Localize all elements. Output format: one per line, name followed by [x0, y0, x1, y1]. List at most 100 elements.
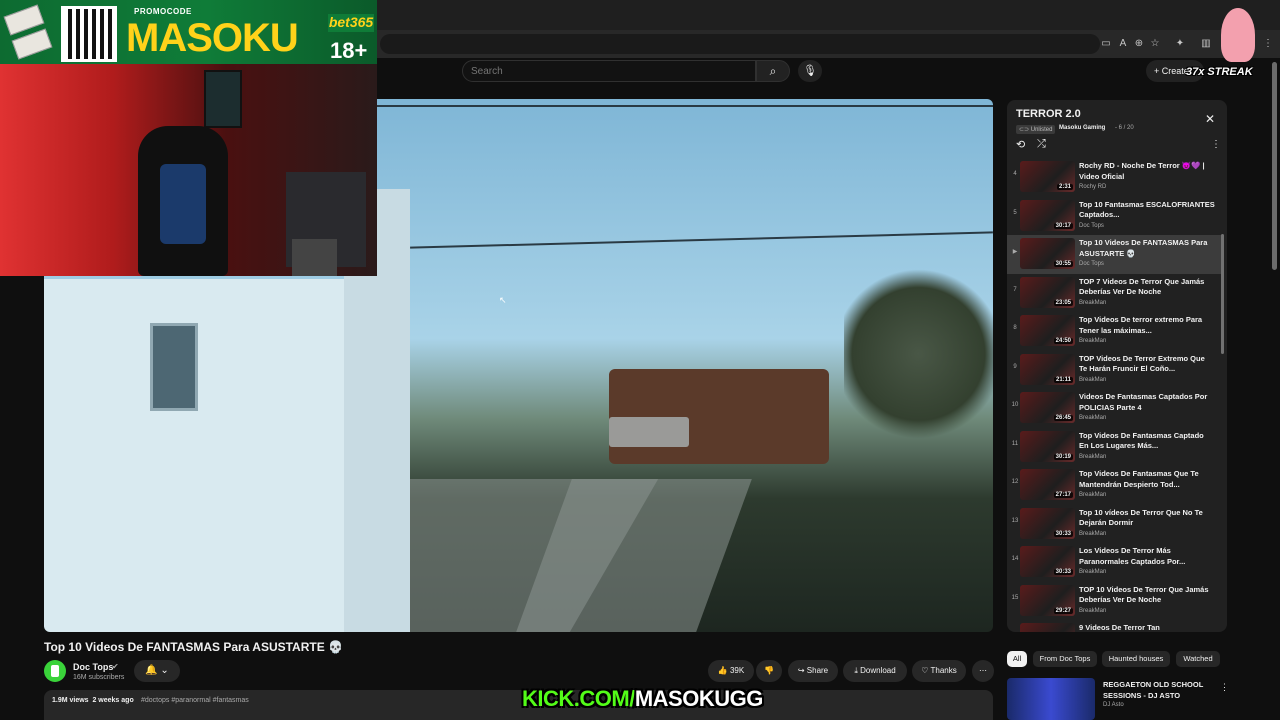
recommendation-channel[interactable]: DJ Asto: [1103, 702, 1124, 708]
playlist-item-title[interactable]: TOP 10 Videos De Terror Que Jamás Deberí…: [1079, 585, 1215, 606]
chip-from-doc-tops[interactable]: From Doc Tops: [1033, 651, 1097, 667]
playlist-item[interactable]: 5 30:17 Top 10 Fantasmas ESCALOFRIANTES Ca…: [1007, 197, 1221, 236]
playlist-item-channel[interactable]: BreakMan: [1079, 415, 1106, 421]
translate-icon[interactable]: A: [1117, 38, 1129, 50]
playlist-item-thumbnail[interactable]: 26:45: [1020, 392, 1075, 423]
hashtags[interactable]: #doctops #paranormal #fantasmas: [141, 697, 249, 704]
playlist-item-thumbnail[interactable]: 2:31: [1020, 161, 1075, 192]
playlist-item-channel[interactable]: Doc Tops: [1079, 261, 1104, 267]
playlist-item-thumbnail[interactable]: 30:33: [1020, 507, 1075, 539]
thanks-button[interactable]: ♡ Thanks: [912, 660, 966, 682]
playlist-item-title[interactable]: Top 10 vídeos De Terror Que No Te Dejará…: [1079, 508, 1215, 529]
playlist-item-title[interactable]: Top Videos De Fantasmas Captado En Los L…: [1079, 431, 1215, 452]
playlist-item-duration: 2:31: [1056, 184, 1073, 190]
playlist-item-title[interactable]: Top Videos De terror extremo Para Tener …: [1079, 315, 1215, 336]
playlist-item-channel[interactable]: BreakMan: [1079, 569, 1106, 575]
playlist-item-title[interactable]: TOP Videos De Terror Extremo Que Te Hará…: [1079, 354, 1215, 375]
playlist-item[interactable]: 10 26:45 Videos De Fantasmas Captados Por …: [1007, 389, 1221, 428]
playlist-item-thumbnail[interactable]: 21:11: [1020, 353, 1075, 385]
playlist-panel: TERROR 2.0 ✕ ⊂⊃ Unlisted Masoku Gaming -…: [1007, 100, 1227, 632]
playlist-item-channel[interactable]: BreakMan: [1079, 454, 1106, 460]
playlist-item[interactable]: 14 30:33 Los Videos De Terror Más Paranorm…: [1007, 543, 1221, 582]
playlist-item-title[interactable]: Rochy RD - Noche De Terror 😈💜 | Video Of…: [1079, 161, 1215, 182]
playlist-item-channel[interactable]: Doc Tops: [1079, 223, 1104, 229]
share-button[interactable]: ↪ Share: [788, 660, 838, 682]
playlist-item-thumbnail[interactable]: 30:33: [1020, 546, 1075, 577]
playlist-item[interactable]: 7 23:05 TOP 7 Videos De Terror Que Jamás D…: [1007, 274, 1221, 313]
more-actions-button[interactable]: ⋯: [972, 660, 994, 682]
playlist-item[interactable]: 9 21:11 TOP Videos De Terror Extremo Que T…: [1007, 351, 1221, 390]
playlist-item-channel[interactable]: BreakMan: [1079, 492, 1106, 498]
playlist-item-thumbnail[interactable]: 23:05: [1020, 276, 1075, 308]
like-button[interactable]: 👍 39K: [708, 660, 754, 682]
playlist-item-index: ▶: [1012, 249, 1018, 255]
playlist-item[interactable]: ▶ 30:55 Top 10 Videos De FANTASMAS Para AS…: [1007, 235, 1221, 274]
playlist-item-channel[interactable]: BreakMan: [1079, 377, 1106, 383]
side-panel-icon[interactable]: ▥: [1200, 38, 1212, 50]
playlist-item[interactable]: 13 30:33 Top 10 vídeos De Terror Que No Te…: [1007, 505, 1221, 544]
search-button[interactable]: ⌕: [756, 60, 790, 82]
playlist-item-thumbnail[interactable]: 30:17: [1020, 199, 1075, 231]
playlist-item-thumbnail[interactable]: [1020, 623, 1075, 632]
playlist-item-title[interactable]: Top 10 Videos De FANTASMAS Para ASUSTART…: [1079, 238, 1215, 259]
playlist-item-channel[interactable]: BreakMan: [1079, 608, 1106, 614]
more-icon[interactable]: ⋮: [1211, 139, 1221, 150]
playlist-item-thumbnail[interactable]: 30:19: [1020, 430, 1075, 462]
recommendation-title[interactable]: REGGAETON OLD SCHOOL SESSIONS - DJ ASTO: [1103, 680, 1213, 701]
extensions-icon[interactable]: ✦: [1174, 38, 1186, 50]
playlist-item-duration: 26:45: [1053, 415, 1073, 421]
qr-code: [61, 6, 117, 62]
playlist-item-thumbnail[interactable]: 29:27: [1020, 584, 1075, 616]
chip-watched[interactable]: Watched: [1176, 651, 1220, 667]
playlist-item[interactable]: 15 29:27 TOP 10 Videos De Terror Que Jamás…: [1007, 582, 1221, 621]
playlist-item-title[interactable]: 9 Videos De Terror Tan: [1079, 623, 1215, 632]
bookmark-star-icon[interactable]: ☆: [1149, 38, 1161, 50]
playlist-item-channel[interactable]: BreakMan: [1079, 338, 1106, 344]
download-button[interactable]: ⤓ Download: [843, 660, 907, 682]
page-scrollbar[interactable]: [1272, 62, 1277, 270]
playlist-item-thumbnail[interactable]: 30:55: [1020, 238, 1075, 269]
loop-icon[interactable]: ⟲: [1016, 138, 1025, 151]
playlist-item-thumbnail[interactable]: 24:50: [1020, 315, 1075, 346]
search-input[interactable]: [463, 61, 755, 82]
channel-name[interactable]: Doc Tops: [73, 662, 113, 672]
recommendation-thumbnail[interactable]: [1007, 678, 1095, 720]
playlist-item-channel[interactable]: Rochy RD: [1079, 184, 1106, 190]
playlist-item[interactable]: 12 27:17 Top Videos De Fantasmas Que Te Ma…: [1007, 466, 1221, 505]
playlist-item-title[interactable]: Videos De Fantasmas Captados Por POLICIA…: [1079, 392, 1215, 413]
playlist-item[interactable]: 169 Videos De Terror Tan: [1007, 620, 1221, 632]
voice-search-button[interactable]: 🎙: [798, 60, 822, 82]
dislike-button[interactable]: 👎: [756, 660, 782, 682]
playlist-item-title[interactable]: Top Videos De Fantasmas Que Te Mantendrá…: [1079, 469, 1215, 490]
chip-all[interactable]: All: [1007, 651, 1027, 667]
thanks-icon: ♡: [921, 666, 931, 675]
thanks-label: Thanks: [930, 666, 957, 675]
playlist-item[interactable]: 4 2:31 Rochy RD - Noche De Terror 😈💜 | Vid…: [1007, 158, 1221, 197]
description-box[interactable]: [44, 690, 993, 720]
playlist-item-index: 14: [1011, 556, 1019, 562]
zoom-icon[interactable]: ⊕: [1133, 38, 1145, 50]
browser-menu-icon[interactable]: ⋮: [1262, 38, 1274, 50]
cast-icon[interactable]: ▭: [1100, 38, 1112, 50]
playlist-scrollbar[interactable]: [1221, 234, 1224, 354]
notification-bell-button[interactable]: 🔔 ⌄: [134, 660, 180, 682]
more-icon[interactable]: ⋮: [1220, 682, 1229, 693]
playlist-item-duration: 30:17: [1053, 222, 1073, 229]
playlist-owner[interactable]: Masoku Gaming: [1059, 125, 1105, 131]
playlist-item-channel[interactable]: BreakMan: [1079, 531, 1106, 537]
playlist-item-title[interactable]: Los Videos De Terror Más Paranormales Ca…: [1079, 546, 1215, 567]
search-box[interactable]: [462, 60, 756, 82]
chip-haunted-houses[interactable]: Haunted houses: [1102, 651, 1170, 667]
playlist-item-title[interactable]: Top 10 Fantasmas ESCALOFRIANTES Captados…: [1079, 200, 1215, 221]
close-icon[interactable]: ✕: [1205, 112, 1215, 126]
streamer-webcam: [0, 64, 377, 276]
playlist-item-channel[interactable]: BreakMan: [1079, 300, 1106, 306]
address-bar[interactable]: [380, 34, 1100, 54]
playlist-item[interactable]: 8 24:50 Top Videos De terror extremo Para …: [1007, 312, 1221, 351]
channel-avatar[interactable]: [44, 660, 66, 682]
playlist-item-thumbnail[interactable]: 27:17: [1020, 469, 1075, 500]
playlist-item-title[interactable]: TOP 7 Videos De Terror Que Jamás Debería…: [1079, 277, 1215, 298]
playlist-title[interactable]: TERROR 2.0: [1016, 108, 1081, 120]
playlist-item[interactable]: 11 30:19 Top Videos De Fantasmas Captado E…: [1007, 428, 1221, 467]
shuffle-icon[interactable]: ⤮: [1037, 138, 1046, 151]
